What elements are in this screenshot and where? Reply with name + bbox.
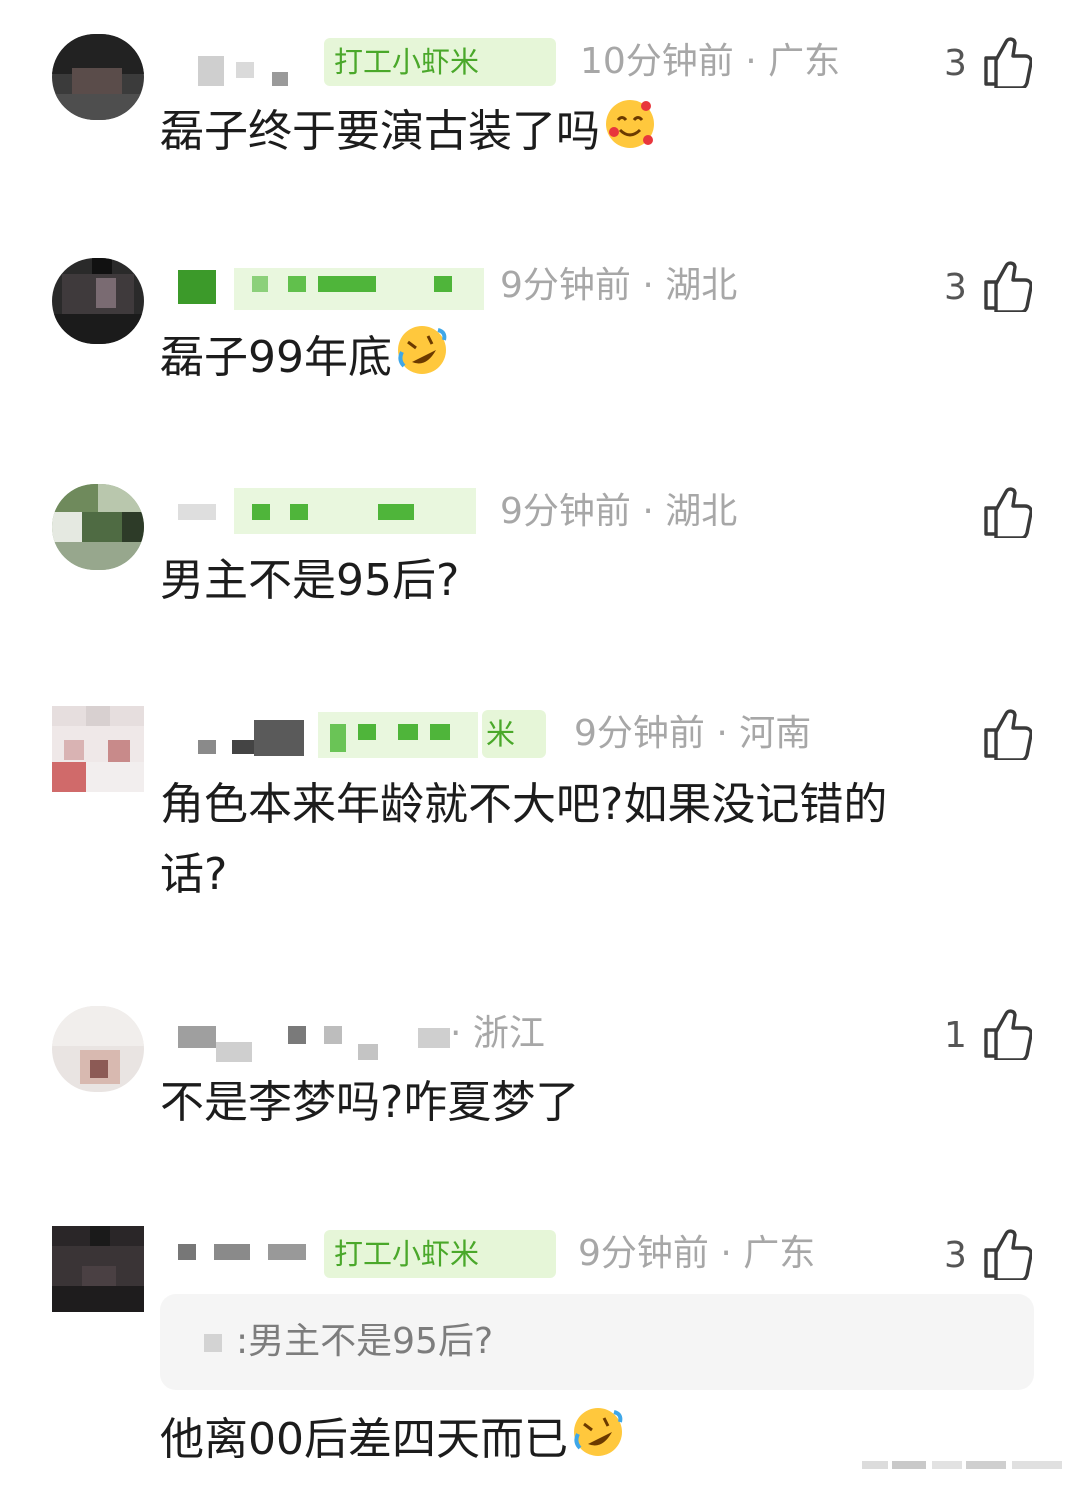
timestamp-region: 9分钟前 · 湖北 (500, 265, 738, 306)
thumbs-up-icon (984, 1229, 1032, 1280)
timestamp: 9分钟前 (500, 265, 631, 306)
timestamp-region: 10分钟前 · 广东 (580, 41, 841, 82)
user-badge: 打工小虾米 (324, 38, 556, 86)
region: 浙江 (472, 1013, 545, 1054)
comment-6: 打工小虾米 9分钟前 · 广东 3 :男主不是95后? 他离00后差四天而已 (0, 1226, 1079, 1476)
thumbs-up-icon (984, 37, 1032, 88)
timestamp: 9分钟前 (500, 491, 631, 532)
thumbs-up-icon (984, 487, 1032, 538)
user-badge: 米 (482, 710, 546, 758)
region: 湖北 (665, 491, 738, 532)
rolling-on-floor-laughing-icon (574, 1408, 623, 1456)
comment-2: 9分钟前 · 湖北 3 磊子99年底 (0, 258, 1079, 398)
timestamp-region: · 浙江 (450, 1013, 545, 1054)
timestamp-region: 9分钟前 · 湖北 (500, 491, 738, 532)
smiling-face-with-hearts-icon (606, 100, 654, 148)
like-count: 3 (944, 43, 967, 84)
comment-meta: 9分钟前 · 湖北 (178, 258, 938, 314)
comment-meta: 打工小虾米 10分钟前 · 广东 (178, 34, 938, 90)
blurred-username[interactable] (178, 504, 216, 520)
blurred-username[interactable] (178, 1244, 196, 1260)
blurred-watermark (862, 1456, 1068, 1469)
user-badge: 打工小虾米 (324, 1230, 556, 1278)
timestamp-region: 9分钟前 · 河南 (574, 713, 812, 754)
comment-text: 不是李梦吗?咋夏梦了 (160, 1077, 580, 1128)
quote-text: :男主不是95后? (236, 1321, 494, 1362)
quoted-reply[interactable]: :男主不是95后? (160, 1294, 1034, 1390)
comment-4: 米 9分钟前 · 河南 角色本来年龄就不大吧?如果没记错的 话? (0, 706, 1079, 926)
timestamp: 10分钟前 (580, 41, 734, 82)
like-button[interactable] (938, 706, 1038, 766)
avatar[interactable] (52, 258, 144, 344)
comment-meta: 9分钟前 · 湖北 (178, 484, 938, 540)
comment-text: 磊子终于要演古装了吗 (160, 96, 1020, 167)
comment-meta: · 浙江 (178, 1006, 938, 1062)
thumbs-up-icon (984, 1009, 1032, 1060)
avatar[interactable] (52, 1226, 144, 1312)
like-button[interactable]: 3 (938, 1226, 1038, 1286)
avatar[interactable] (52, 706, 144, 792)
comment-meta: 米 9分钟前 · 河南 (178, 706, 938, 762)
comment-meta: 打工小虾米 9分钟前 · 广东 (178, 1226, 938, 1282)
like-count: 3 (944, 1235, 967, 1276)
timestamp-region: 9分钟前 · 广东 (578, 1233, 816, 1274)
like-button[interactable]: 1 (938, 1006, 1038, 1066)
comment-1: 打工小虾米 10分钟前 · 广东 3 磊子终于要演古装了吗 (0, 34, 1079, 194)
avatar[interactable] (52, 484, 144, 570)
avatar[interactable] (52, 34, 144, 120)
thumbs-up-icon (984, 709, 1032, 760)
region: 河南 (739, 713, 812, 754)
comment-5: · 浙江 1 不是李梦吗?咋夏梦了 (0, 1006, 1079, 1146)
comment-text: 角色本来年龄就不大吧?如果没记错的 话? (160, 779, 888, 900)
timestamp: 9分钟前 (578, 1233, 709, 1274)
blurred-username[interactable] (198, 56, 224, 86)
comment-text: 磊子99年底 (160, 322, 1020, 393)
avatar[interactable] (52, 1006, 144, 1092)
blurred-username[interactable] (178, 1026, 216, 1048)
rolling-on-floor-laughing-icon (398, 326, 447, 374)
region: 湖北 (665, 265, 738, 306)
comment-text: 男主不是95后? (160, 555, 460, 606)
blurred-username[interactable] (198, 740, 216, 754)
timestamp: 9分钟前 (574, 713, 705, 754)
thumbs-up-icon (984, 261, 1032, 312)
like-button[interactable]: 3 (938, 258, 1038, 318)
region: 广东 (743, 1233, 816, 1274)
blurred-username[interactable] (178, 270, 216, 304)
comment-3: 9分钟前 · 湖北 男主不是95后? (0, 484, 1079, 624)
like-button[interactable] (938, 484, 1038, 544)
blurred-quote-username (204, 1334, 222, 1352)
region: 广东 (768, 41, 841, 82)
like-count: 1 (944, 1015, 967, 1056)
watermark-bars (862, 1461, 1062, 1469)
like-button[interactable]: 3 (938, 34, 1038, 94)
like-count: 3 (944, 267, 967, 308)
